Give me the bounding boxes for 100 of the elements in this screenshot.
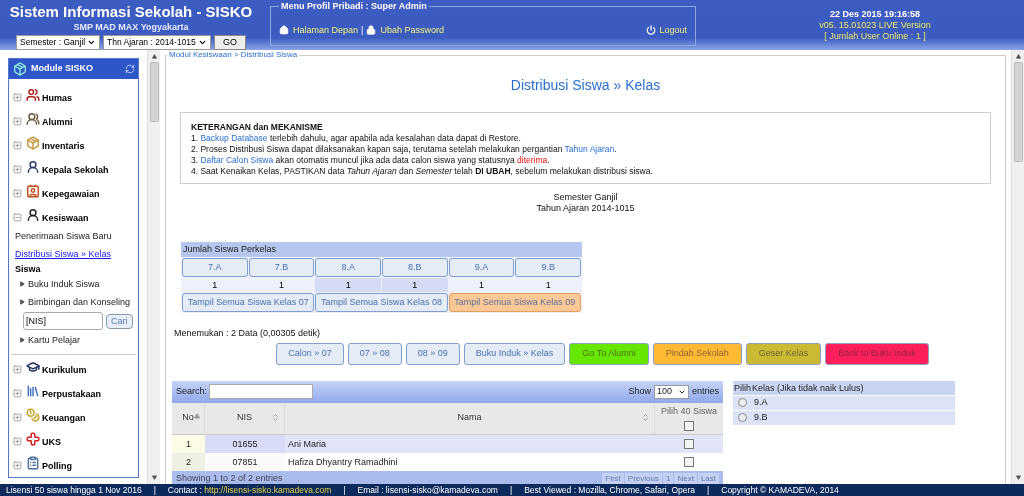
search-field[interactable] [209, 384, 314, 399]
scroll-thumb[interactable] [149, 62, 159, 122]
notes-heading: KETERANGAN dan MEKANISME [191, 122, 324, 133]
column-header: Pilih 40 Siswa [661, 405, 717, 419]
go-button[interactable]: GO [214, 35, 246, 50]
column-header: Kelas (Jika tidak naik Lulus) [751, 381, 864, 395]
caret-icon [198, 38, 207, 47]
expand-icon[interactable] [13, 437, 22, 446]
class-button[interactable]: 8.A [315, 258, 381, 277]
column-header[interactable]: Nama [285, 402, 655, 434]
note-item: 1. Backup Database terlebih dahulu, agar apabila ada kesalahan data dapat di Restore. [191, 133, 522, 144]
column-header[interactable]: No [172, 402, 205, 434]
class-button[interactable]: 7.B [248, 258, 315, 277]
class-button[interactable]: 9.B [515, 258, 581, 277]
scroll-down-icon[interactable] [151, 475, 157, 480]
semester-text: Semester Ganjil [552, 192, 619, 203]
module-link[interactable]: Kesiswaan [42, 211, 89, 225]
class-label: 9.A [754, 395, 768, 409]
footer-separator: | [509, 484, 513, 496]
class-label: 9.B [754, 410, 768, 424]
column-header: Pilih [733, 381, 750, 395]
page-scrollbar[interactable] [1011, 50, 1024, 484]
expand-icon[interactable] [13, 117, 22, 126]
action-button[interactable]: Pindah Sekolah [652, 342, 742, 365]
expand-icon[interactable] [13, 141, 22, 150]
lock-icon [366, 25, 377, 36]
expand-icon[interactable] [13, 365, 22, 374]
radio-button[interactable] [738, 413, 747, 422]
module-link[interactable]: UKS [42, 435, 61, 449]
show-all-button[interactable]: Tampil Semua Siswa Kelas 09 [448, 293, 581, 312]
result-text: Menemukan : 2 Data (0,00305 detik) [174, 327, 322, 340]
radio-button[interactable] [738, 398, 747, 407]
scroll-up-icon[interactable] [151, 54, 157, 59]
sidebar-scrollbar[interactable] [147, 50, 160, 484]
show-all-button[interactable]: Tampil Semua Siswa Kelas 08 [315, 293, 448, 312]
action-button[interactable]: Buku Induk » Kelas [463, 342, 566, 365]
expand-icon[interactable] [13, 93, 22, 102]
scroll-thumb[interactable] [1013, 62, 1023, 162]
module-icon [26, 456, 40, 470]
expand-icon[interactable] [13, 461, 22, 470]
module-link[interactable]: Perpustakaan [42, 387, 102, 401]
footer-text: Email : lisensi-sisko@kamadeva.com [357, 484, 498, 496]
module-link[interactable]: Kurikulum [42, 363, 87, 377]
table-cell-text: Ani Maria [287, 437, 327, 451]
footer-link[interactable]: http://lisensi-sisko.kamadeva.com [204, 485, 332, 495]
column-header[interactable]: NIS [205, 402, 285, 434]
expand-icon[interactable] [13, 413, 22, 422]
logout-link[interactable]: Logout [659, 23, 687, 37]
submenu-link[interactable]: Kartu Pelajar [28, 334, 81, 346]
year-select[interactable]: Thn Ajaran : 2014-1015 [103, 35, 211, 50]
expand-icon[interactable] [13, 389, 22, 398]
module-link[interactable]: Polling [42, 459, 72, 473]
submenu-link[interactable]: Bimbingan dan Konseling [28, 296, 131, 308]
note-link[interactable]: Backup Database [200, 133, 268, 143]
footer-text: Best Viewed : Mozilla, Chrome, Safari, Opera [524, 484, 696, 496]
action-button[interactable]: Calon » 07 [276, 342, 344, 365]
checkbox[interactable] [684, 456, 694, 467]
class-button[interactable]: 7.A [182, 258, 248, 277]
expand-icon[interactable] [13, 165, 22, 174]
action-button[interactable]: Go To Alumni [569, 342, 649, 365]
submenu-link[interactable]: Penerimaan Siswa Baru [15, 231, 112, 241]
module-link[interactable]: Alumni [42, 115, 73, 129]
checkbox[interactable] [684, 420, 694, 431]
breadcrumb: Modul Kesiswaan > Distribusi Siswa [168, 50, 299, 61]
class-button[interactable]: 9.A [448, 258, 515, 277]
collapse-icon[interactable] [13, 213, 22, 222]
expand-icon[interactable] [13, 189, 22, 198]
scroll-up-icon[interactable] [1015, 54, 1021, 59]
module-link[interactable]: Kepala Sekolah [42, 163, 109, 177]
module-link[interactable]: Kepegawaian [42, 187, 100, 201]
link-separator: | [361, 23, 364, 37]
action-button[interactable]: 08 » 09 [405, 342, 460, 365]
nis-field[interactable]: [NIS] [23, 312, 103, 330]
sort-icon[interactable] [641, 412, 650, 422]
sort-icon[interactable] [194, 412, 200, 419]
caret-icon [87, 38, 96, 47]
module-icon [26, 184, 40, 198]
module-icon [26, 136, 40, 150]
module-icon [26, 384, 40, 398]
submenu-link[interactable]: Buku Induk Siswa [28, 278, 100, 290]
semester-select[interactable]: Semester : Ganjil [16, 35, 100, 50]
show-all-button[interactable]: Tampil Semua Siswa Kelas 07 [182, 293, 315, 312]
module-link[interactable]: Keuangan [42, 411, 86, 425]
module-link[interactable]: Inventaris [42, 139, 85, 153]
action-button[interactable]: 07 » 08 [347, 342, 402, 365]
sort-icon[interactable] [271, 412, 280, 422]
page-length-select[interactable]: 100 [654, 384, 689, 399]
note-link[interactable]: Daftar Calon Siswa [200, 155, 274, 165]
password-link[interactable]: Ubah Password [380, 23, 444, 37]
panel-title: Module SISKO [31, 62, 94, 76]
class-button[interactable]: 8.B [382, 258, 448, 277]
submenu-link[interactable]: Distribusi Siswa » Kelas [15, 249, 112, 259]
checkbox[interactable] [684, 438, 694, 449]
action-button[interactable]: Geser Kelas [745, 342, 822, 365]
scroll-down-icon[interactable] [1015, 475, 1021, 480]
show-label: Show [628, 384, 651, 398]
search-button[interactable]: Cari [106, 313, 133, 329]
module-link[interactable]: Humas [42, 91, 72, 105]
refresh-icon[interactable] [125, 64, 135, 74]
home-link[interactable]: Halaman Depan [293, 23, 359, 37]
